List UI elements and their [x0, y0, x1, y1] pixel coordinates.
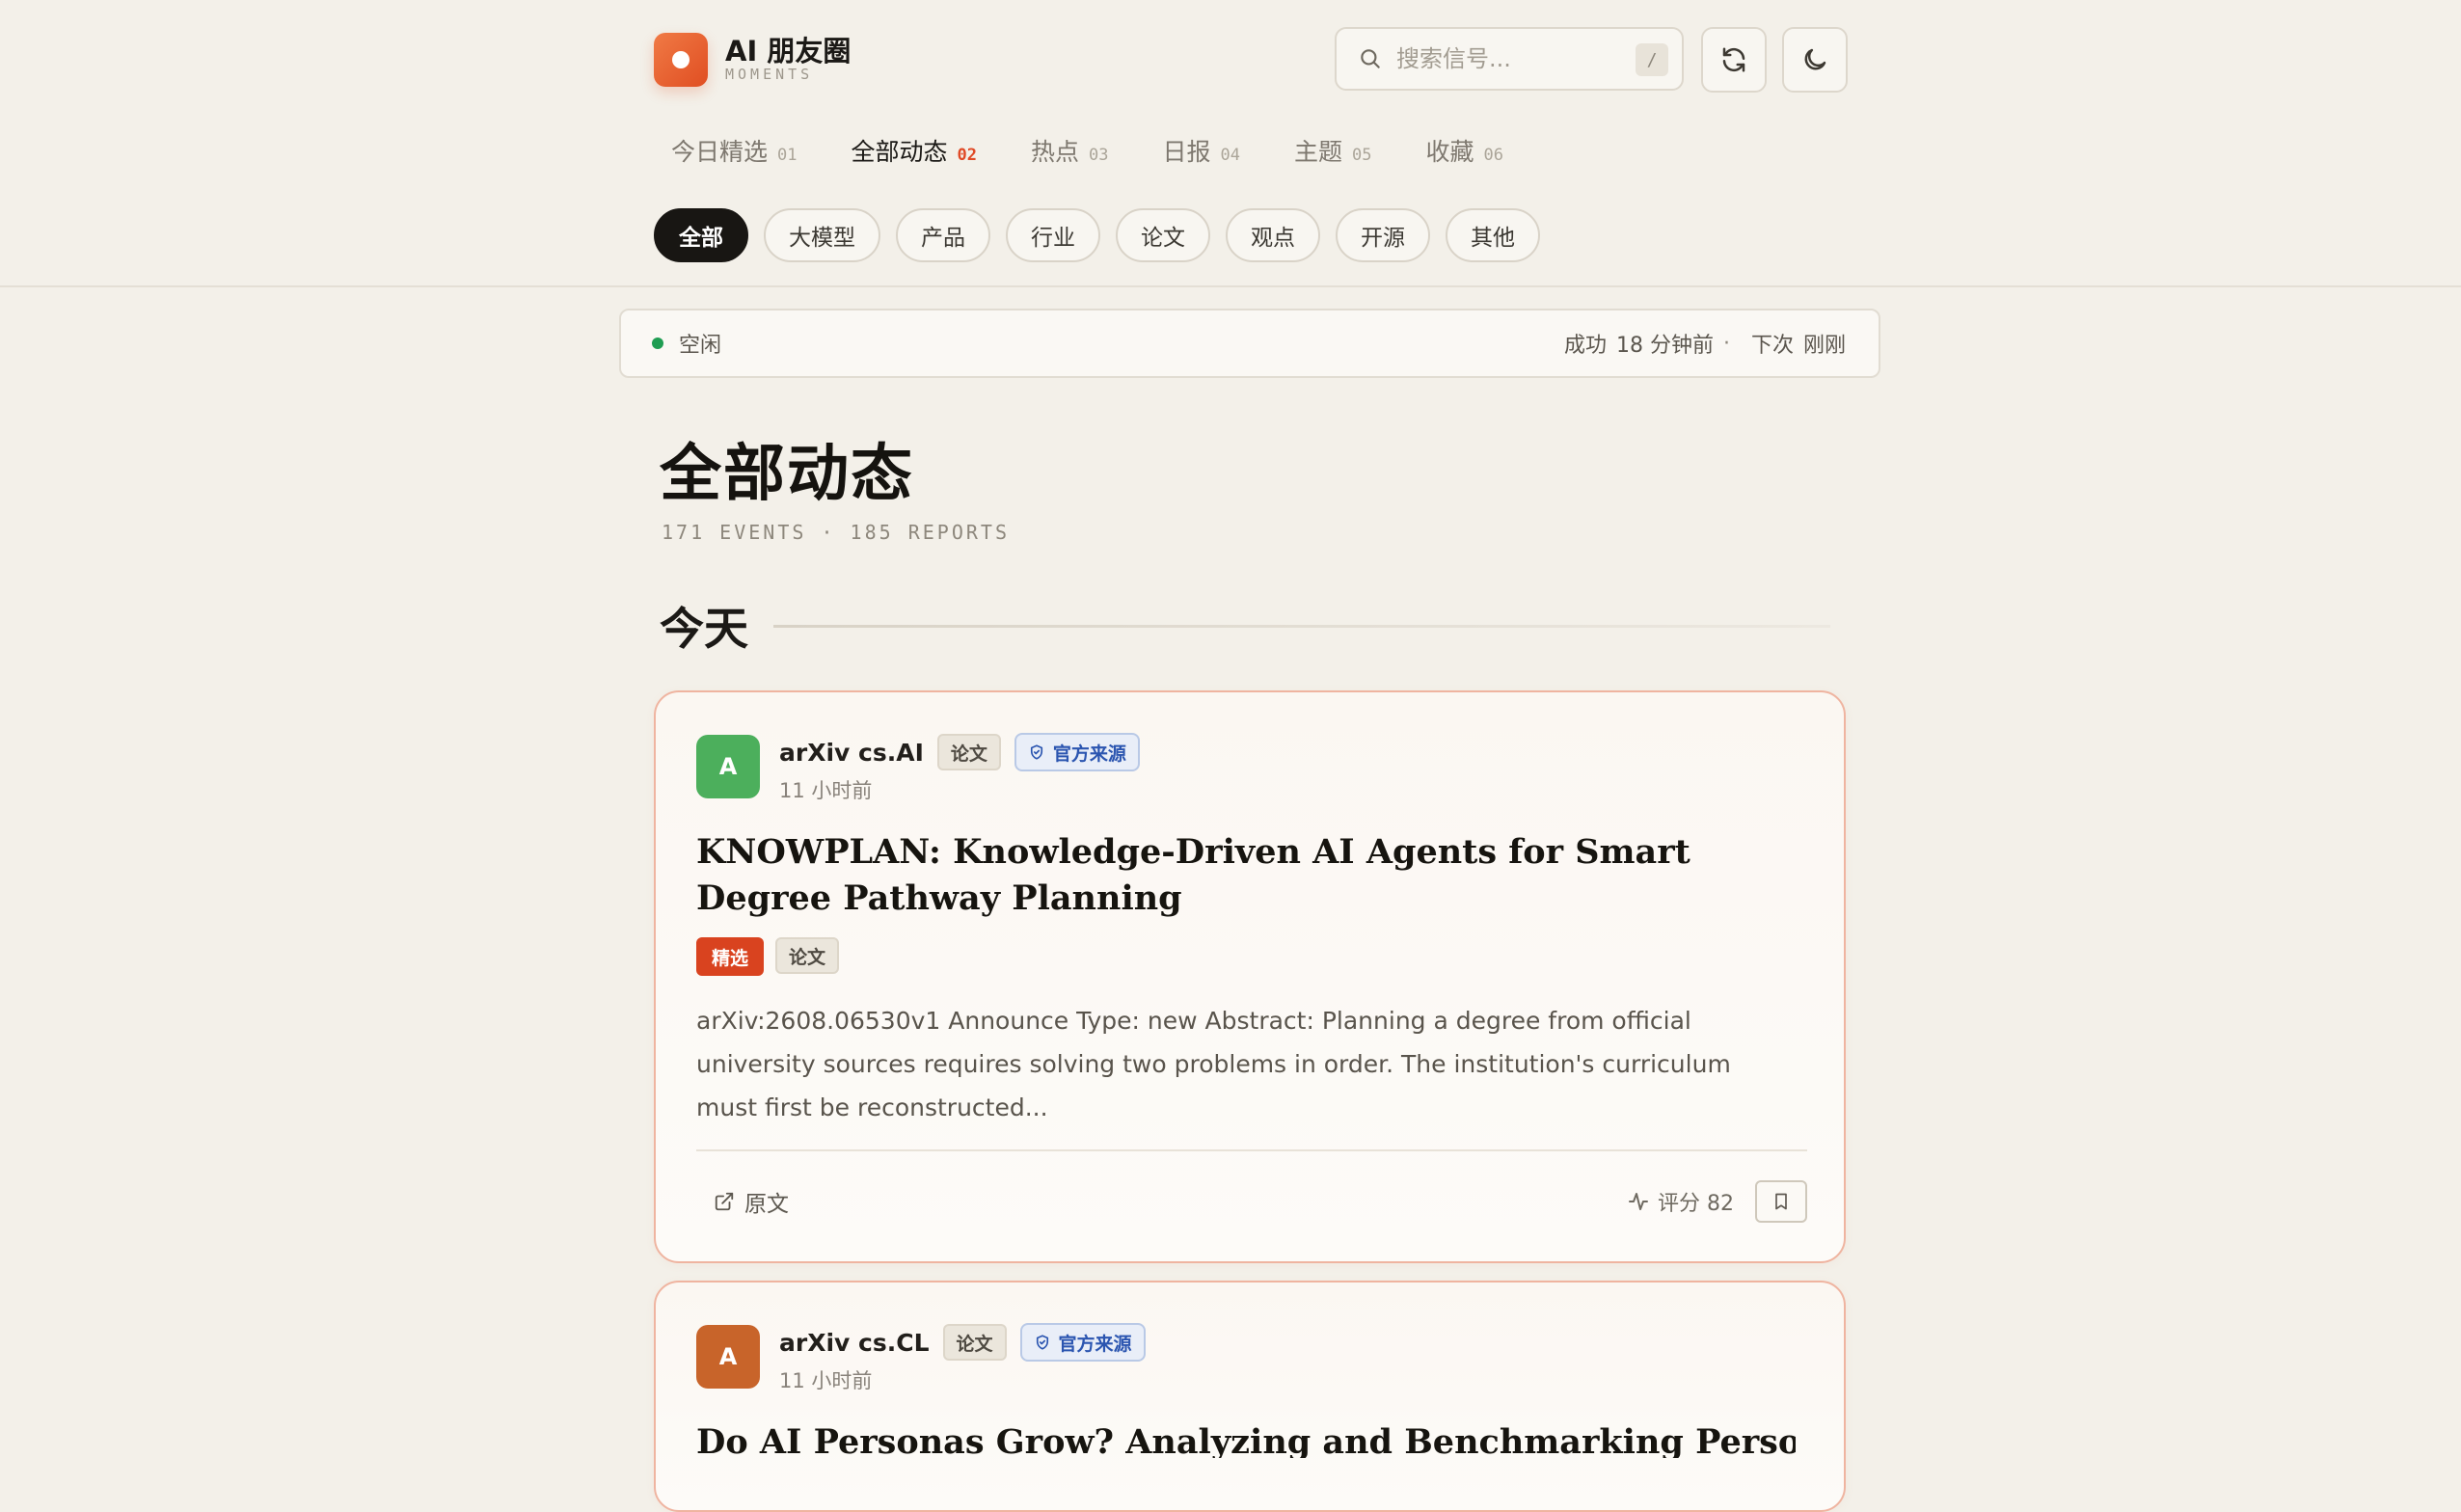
brand-title: AI 朋友圈 [725, 35, 852, 68]
source-name[interactable]: arXiv cs.AI [779, 739, 924, 767]
card-divider [696, 1149, 1807, 1151]
status-success-label: 成功 [1563, 334, 1607, 358]
card-title[interactable]: Do AI Personas Grow? Analyzing and Bench… [696, 1419, 1796, 1458]
page-stats: 171 EVENTS · 185 REPORTS [662, 521, 1010, 544]
source-row: arXiv cs.CL 论文 官方来源 [779, 1323, 1146, 1362]
category-tag: 论文 [936, 734, 1001, 770]
card-title[interactable]: KNOWPLAN: Knowledge-Driven AI Agents for… [696, 829, 1796, 922]
theme-toggle-button[interactable] [1782, 27, 1848, 93]
moon-icon [1804, 48, 1826, 70]
post-time: 11 小时前 [779, 779, 873, 802]
status-separator: · [1722, 331, 1730, 356]
nav-tab-all-updates[interactable]: 全部动态 02 [852, 133, 978, 168]
status-state: 空闲 [679, 334, 722, 358]
main-nav: 今日精选 01 全部动态 02 热点 03 日报 04 主题 05 收藏 06 [671, 133, 1557, 168]
search-input[interactable] [1396, 45, 1628, 72]
nav-tab-topics[interactable]: 主题 05 [1294, 133, 1372, 168]
source-avatar: A [696, 1325, 760, 1389]
search-box[interactable]: / [1335, 27, 1684, 91]
brand-subtitle: MOMENTS [725, 66, 814, 83]
open-source-link[interactable]: 原文 [696, 1185, 789, 1218]
featured-badge: 精选 [696, 937, 765, 976]
feed-card[interactable]: A arXiv cs.AI 论文 官方来源 11 小时前 KNOWPLAN: K… [654, 690, 1846, 1263]
chip-other[interactable]: 其他 [1446, 208, 1540, 262]
chip-industry[interactable]: 行业 [1006, 208, 1100, 262]
post-time: 11 小时前 [779, 1369, 873, 1392]
bookmark-button[interactable] [1755, 1180, 1807, 1223]
score: 评分 82 [1627, 1186, 1734, 1217]
type-badge: 论文 [775, 937, 840, 974]
official-source-badge: 官方来源 [1019, 1323, 1146, 1362]
refresh-icon [1722, 47, 1745, 72]
refresh-button[interactable] [1701, 27, 1767, 93]
top-header: AI 朋友圈 MOMENTS / 今日精选01 全部动态02 热点03 [0, 0, 2461, 287]
external-link-icon [715, 1192, 734, 1211]
chip-opinion[interactable]: 观点 [1226, 208, 1320, 262]
search-shortcut-badge: / [1636, 43, 1668, 76]
app-logo-icon [654, 33, 708, 87]
official-source-badge: 官方来源 [1014, 733, 1140, 771]
nav-tab-favorites[interactable]: 收藏 06 [1426, 133, 1504, 168]
status-dot-icon [652, 338, 663, 349]
day-label: 今天 [660, 603, 748, 655]
chip-paper[interactable]: 论文 [1116, 208, 1210, 262]
card-footer: 原文 评分 82 [696, 1180, 1807, 1223]
day-divider [773, 624, 1830, 628]
nav-tab-today-picks[interactable]: 今日精选 01 [671, 133, 798, 168]
card-abstract: arXiv:2608.06530v1 Announce Type: new Ab… [696, 1007, 1731, 1121]
status-success-value: 18 分钟前 [1615, 334, 1714, 358]
status-next-label: 下次 [1750, 334, 1794, 358]
chip-open-source[interactable]: 开源 [1336, 208, 1430, 262]
source-row: arXiv cs.AI 论文 官方来源 [779, 733, 1140, 771]
activity-icon [1629, 1193, 1648, 1210]
chip-all[interactable]: 全部 [654, 208, 748, 262]
shield-check-icon [1030, 744, 1042, 760]
source-name[interactable]: arXiv cs.CL [779, 1329, 930, 1357]
status-next-value: 刚刚 [1802, 334, 1846, 358]
brand[interactable]: AI 朋友圈 MOMENTS [654, 33, 851, 87]
search-icon [1361, 49, 1380, 68]
feed-card[interactable]: A arXiv cs.CL 论文 官方来源 11 小时前 Do AI Perso… [654, 1281, 1846, 1512]
page-title: 全部动态 [660, 438, 914, 510]
category-tag: 论文 [942, 1324, 1007, 1361]
chip-product[interactable]: 产品 [896, 208, 990, 262]
chip-llm[interactable]: 大模型 [764, 208, 880, 262]
day-section-header: 今天 [660, 594, 1830, 658]
category-filter: 全部 大模型 产品 行业 论文 观点 开源 其他 [654, 208, 1555, 262]
card-tags: 精选 论文 [696, 937, 840, 976]
source-avatar: A [696, 735, 760, 798]
shield-check-icon [1036, 1335, 1048, 1350]
nav-tab-daily[interactable]: 日报 04 [1163, 133, 1241, 168]
nav-tab-hot[interactable]: 热点 03 [1031, 133, 1109, 168]
sync-status-bar: 空闲 成功 18 分钟前 · 下次 刚刚 [619, 309, 1880, 378]
bookmark-icon [1775, 1193, 1787, 1210]
